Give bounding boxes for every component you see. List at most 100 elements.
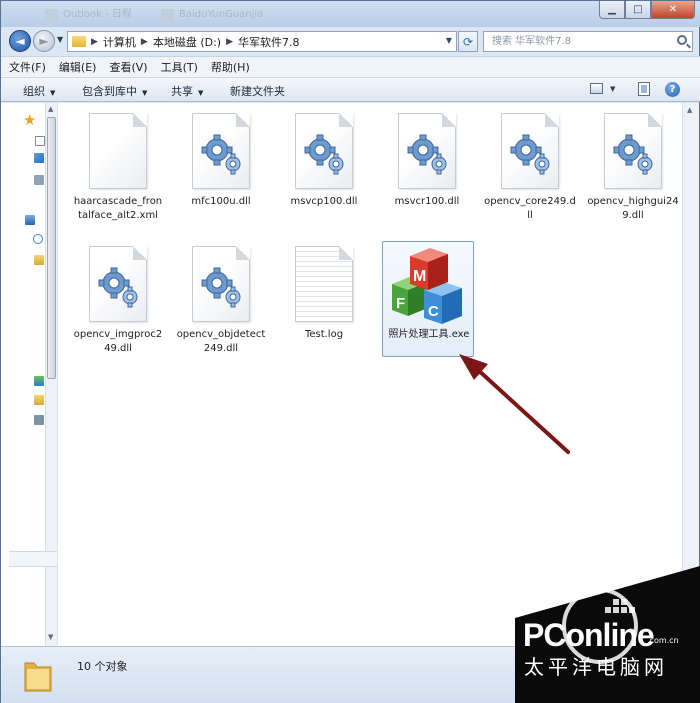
svg-text:M: M	[413, 268, 426, 285]
help-button[interactable]: ?	[665, 82, 680, 97]
file-name: opencv_objdetect249.dll	[176, 329, 266, 354]
scrollbar-thumb[interactable]	[47, 117, 56, 379]
file-name: msvcr100.dll	[394, 196, 460, 207]
menu-file[interactable]: 文件(F)	[9, 59, 46, 75]
chevron-down-icon: ▼	[50, 89, 56, 97]
search-box	[483, 31, 693, 52]
menu-view[interactable]: 查看(V)	[109, 59, 147, 75]
watermark-logo: PConline	[523, 617, 655, 653]
menu-edit[interactable]: 编辑(E)	[59, 59, 97, 75]
menu-bar: 文件(F) 编辑(E) 查看(V) 工具(T) 帮助(H)	[1, 56, 700, 77]
file-list-view: haarcascade_frontalface_alt2.xml mfc100u…	[58, 103, 699, 646]
command-bar: 组织 ▼ 包含到库中 ▼ 共享 ▼ 新建文件夹 ▼ ?	[1, 77, 700, 102]
breadcrumb-current-folder[interactable]: 华军软件7.8	[238, 34, 300, 50]
file-item[interactable]: opencv_core249.dll	[484, 113, 576, 223]
background-window-tab: Outlook - 日程	[43, 7, 132, 23]
close-button[interactable]: ✕	[651, 1, 695, 19]
file-item[interactable]: opencv_objdetect249.dll	[175, 246, 267, 356]
dll-gear-icon	[89, 246, 147, 322]
chevron-down-icon: ▼	[198, 89, 204, 97]
blank-document-icon	[89, 113, 147, 189]
organize-label: 组织	[23, 85, 45, 98]
include-in-library-button[interactable]: 包含到库中 ▼	[82, 83, 147, 99]
file-name: opencv_core249.dll	[484, 196, 576, 221]
refresh-button[interactable]: ⟳	[458, 31, 478, 52]
minimize-button[interactable]: ▁	[599, 1, 625, 19]
file-item[interactable]: haarcascade_frontalface_alt2.xml	[72, 113, 164, 223]
file-item[interactable]: mfc100u.dll	[175, 113, 267, 209]
forward-button[interactable]: ►	[33, 30, 55, 52]
recent-places-icon[interactable]	[34, 175, 44, 185]
dll-gear-icon	[604, 113, 662, 189]
breadcrumb-chevron-icon[interactable]: ▶	[226, 37, 233, 47]
file-name: 照片处理工具.exe	[388, 329, 470, 340]
share-label: 共享	[171, 85, 193, 98]
computer-icon[interactable]	[25, 215, 35, 225]
organize-button[interactable]: 组织 ▼	[23, 83, 55, 99]
drive-icon[interactable]	[34, 415, 44, 425]
new-folder-button[interactable]: 新建文件夹	[230, 83, 285, 99]
file-item[interactable]: msvcp100.dll	[278, 113, 370, 209]
pane-splitter[interactable]	[9, 551, 57, 567]
breadcrumb-local-disk[interactable]: 本地磁盘 (D:)	[153, 34, 221, 50]
dll-gear-icon	[398, 113, 456, 189]
downloads-icon[interactable]	[34, 153, 44, 163]
file-name: mfc100u.dll	[191, 196, 251, 207]
file-item-selected[interactable]: F C M 照片处理工具.exe	[382, 241, 474, 357]
folder-icon[interactable]	[34, 395, 44, 405]
menu-help[interactable]: 帮助(H)	[211, 59, 250, 75]
svg-text:C: C	[428, 303, 439, 320]
dll-gear-icon	[192, 113, 250, 189]
view-options-dropdown-icon[interactable]: ▼	[610, 85, 615, 93]
log-document-icon	[295, 246, 353, 322]
file-list-scrollbar[interactable]: ▲ ▼	[682, 103, 699, 646]
share-button[interactable]: 共享 ▼	[171, 83, 203, 99]
navigation-row: ◄ ► ▼ ▶ 计算机 ▶ 本地磁盘 (D:) ▶ 华军软件7.8 ▼ ⟳	[1, 27, 700, 55]
recent-pages-dropdown-icon[interactable]: ▼	[57, 35, 63, 44]
file-name: msvcp100.dll	[290, 196, 358, 207]
file-name: haarcascade_frontalface_alt2.xml	[73, 196, 163, 221]
breadcrumb-chevron-icon[interactable]: ▶	[91, 37, 98, 47]
favorites-star-icon[interactable]: ★	[23, 111, 36, 129]
address-bar[interactable]: ▶ 计算机 ▶ 本地磁盘 (D:) ▶ 华军软件7.8 ▼	[67, 31, 457, 52]
file-item[interactable]: msvcr100.dll	[381, 113, 473, 209]
dll-gear-icon	[192, 246, 250, 322]
address-history-dropdown-icon[interactable]: ▼	[446, 36, 452, 45]
include-in-library-label: 包含到库中	[82, 85, 137, 98]
maximize-button[interactable]: □	[625, 1, 651, 19]
file-name: opencv_imgproc249.dll	[73, 329, 163, 354]
mfc-app-icon: F C M	[392, 248, 462, 324]
background-window-tab: BaiduYunGuanjia	[159, 7, 263, 23]
scroll-up-icon[interactable]: ▲	[687, 106, 692, 114]
item-count: 10 个对象	[77, 660, 128, 673]
window-controls: ▁ □ ✕	[599, 1, 695, 19]
file-item[interactable]: opencv_highgui249.dll	[587, 113, 679, 223]
search-icon[interactable]	[677, 35, 687, 45]
watermark-domain: .com.cn	[647, 636, 679, 645]
change-view-icon[interactable]	[590, 83, 603, 94]
menu-tools[interactable]: 工具(T)	[161, 59, 198, 75]
network-icon[interactable]	[33, 234, 43, 244]
chevron-down-icon: ▼	[142, 89, 148, 97]
back-button[interactable]: ◄	[9, 30, 31, 52]
scroll-down-icon[interactable]: ▼	[48, 633, 53, 641]
svg-text:F: F	[396, 295, 405, 312]
search-input[interactable]	[484, 32, 670, 51]
dll-gear-icon	[501, 113, 559, 189]
folder-icon	[72, 36, 86, 47]
desktop-icon[interactable]	[35, 136, 45, 146]
library-icon[interactable]	[34, 255, 44, 265]
title-bar: Outlook - 日程 BaiduYunGuanjia ▁ □ ✕	[1, 1, 700, 27]
scroll-up-icon[interactable]: ▲	[48, 105, 53, 113]
file-name: Test.log	[304, 329, 344, 340]
file-item[interactable]: Test.log	[278, 246, 370, 342]
dll-gear-icon	[295, 113, 353, 189]
preview-pane-icon[interactable]	[638, 82, 650, 96]
breadcrumb-computer[interactable]: 计算机	[103, 34, 136, 50]
watermark-site-name: 太平洋电脑网	[524, 655, 668, 679]
homegroup-icon[interactable]	[34, 376, 44, 386]
folder-icon	[24, 662, 52, 692]
file-name: opencv_highgui249.dll	[587, 196, 679, 221]
file-item[interactable]: opencv_imgproc249.dll	[72, 246, 164, 356]
breadcrumb-chevron-icon[interactable]: ▶	[141, 37, 148, 47]
